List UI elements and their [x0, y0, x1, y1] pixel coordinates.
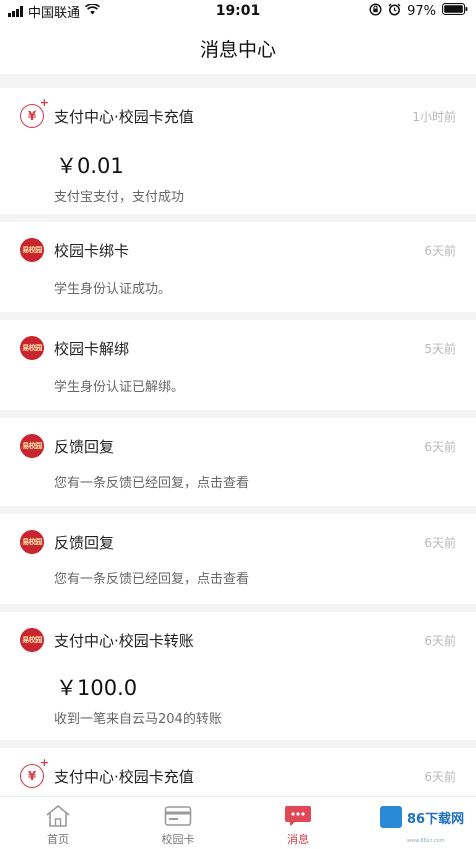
message-time: 6天前 [424, 439, 456, 454]
page-title: 消息中心 [199, 38, 276, 61]
message-title: 校园卡解绑 [54, 339, 130, 358]
campus-logo-icon: 易校园 [20, 434, 44, 458]
wifi-icon [85, 2, 100, 19]
campus-logo-icon: 易校园 [20, 238, 44, 262]
message-title: 支付中心·校园卡充值 [54, 107, 194, 126]
tab-home[interactable]: 首页 [28, 797, 88, 849]
message-time: 6天前 [424, 769, 456, 784]
message-card-3[interactable]: 易校园 反馈回复 6天前 您有一条反馈已经回复，点击查看 [0, 418, 476, 506]
message-header: 易校园 反馈回复 6天前 [20, 433, 456, 459]
message-time: 1小时前 [412, 109, 456, 124]
message-desc: 收到一笔来自云马204的转账 [54, 712, 222, 727]
payment-icon: ¥ [20, 756, 49, 788]
watermark-logo-icon [380, 806, 402, 828]
nav-header: 消息中心 [0, 22, 476, 74]
message-amount: ￥100.0 [56, 676, 138, 700]
message-title: 支付中心·校园卡转账 [54, 631, 194, 650]
message-card-4[interactable]: 易校园 反馈回复 6天前 您有一条反馈已经回复，点击查看 [0, 514, 476, 604]
message-amount: ￥0.01 [56, 154, 124, 178]
tab-messages[interactable]: 消息 [268, 797, 328, 849]
battery-icon [442, 3, 468, 19]
status-right: 97% [369, 2, 468, 20]
signal-icon [8, 5, 23, 17]
message-header: 易校园 校园卡绑卡 6天前 [20, 237, 456, 263]
message-desc: 支付宝支付，支付成功 [54, 190, 185, 205]
campus-logo-icon: 易校园 [20, 530, 44, 554]
payment-icon: ¥ [20, 96, 49, 128]
message-title: 支付中心·校园卡充值 [54, 767, 194, 786]
watermark-text: 86下载网 [407, 811, 465, 827]
campus-logo-icon: 易校园 [20, 628, 44, 652]
message-desc: 学生身份认证成功。 [54, 282, 172, 297]
message-card-0[interactable]: ¥ 支付中心·校园卡充值 1小时前 ￥0.01 支付宝支付，支付成功 [0, 88, 476, 214]
message-header: 易校园 反馈回复 6天前 [20, 529, 456, 555]
message-time: 6天前 [424, 243, 456, 258]
message-desc: 学生身份认证已解绑。 [54, 380, 185, 395]
card-icon [163, 803, 193, 829]
alarm-icon [388, 3, 401, 20]
message-desc: 您有一条反馈已经回复，点击查看 [54, 476, 250, 491]
home-icon [43, 803, 73, 829]
campus-logo-icon: 易校园 [20, 336, 44, 360]
message-header: 易校园 校园卡解绑 5天前 [20, 335, 456, 361]
message-title: 校园卡绑卡 [54, 241, 130, 260]
orientation-lock-icon [369, 2, 382, 20]
battery-percent: 97% [407, 3, 436, 19]
message-title: 反馈回复 [54, 437, 115, 456]
tab-label: 首页 [47, 833, 69, 846]
message-card-1[interactable]: 易校园 校园卡绑卡 6天前 学生身份认证成功。 [0, 222, 476, 312]
message-header: 易校园 支付中心·校园卡转账 6天前 [20, 627, 456, 653]
carrier-label: 中国联通 [28, 5, 81, 21]
message-card-2[interactable]: 易校园 校园卡解绑 5天前 学生身份认证已解绑。 [0, 320, 476, 410]
status-bar: 中国联通 19:01 97% [0, 0, 476, 22]
tab-label: 校园卡 [161, 833, 195, 846]
message-desc: 您有一条反馈已经回复，点击查看 [54, 572, 250, 587]
status-left: 中国联通 [8, 2, 100, 21]
message-title: 反馈回复 [54, 533, 115, 552]
watermark: 86下载网 [380, 801, 470, 833]
message-card-5[interactable]: 易校园 支付中心·校园卡转账 6天前 ￥100.0 收到一笔来自云马204的转账 [0, 612, 476, 740]
message-header: ¥ 支付中心·校园卡充值 1小时前 [20, 96, 456, 129]
tab-campus-card[interactable]: 校园卡 [148, 797, 208, 849]
tab-label: 消息 [287, 833, 309, 846]
message-time: 6天前 [424, 633, 456, 648]
message-time: 6天前 [424, 535, 456, 550]
message-header: ¥ 支付中心·校园卡充值 6天前 [20, 756, 456, 789]
message-time: 5天前 [424, 341, 456, 356]
message-icon [283, 803, 313, 829]
watermark-subtext: www.86xz.com [407, 838, 445, 844]
